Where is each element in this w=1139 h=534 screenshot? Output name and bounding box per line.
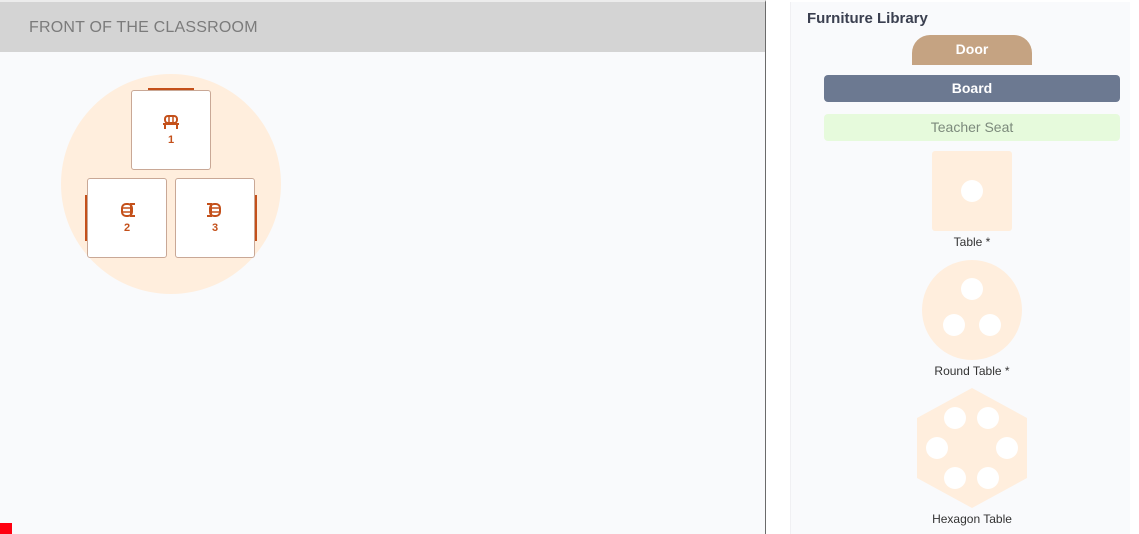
hexagon-table-shape [917, 388, 1027, 508]
teacher-seat-item[interactable]: Teacher Seat [824, 114, 1120, 141]
classroom-editor: FRONT OF THE CLASSROOM 1 2 3 Furniture L… [0, 0, 1139, 534]
board-item[interactable]: Board [824, 75, 1120, 102]
seat-slot [961, 180, 983, 202]
hexagon-table-label: Hexagon Table [932, 512, 1012, 526]
classroom-canvas[interactable]: FRONT OF THE CLASSROOM 1 2 3 [0, 0, 766, 534]
seat-slot [961, 278, 983, 300]
seat-slot [979, 314, 1001, 336]
chair-icon [121, 203, 135, 217]
table-label: Table * [953, 235, 991, 249]
round-table-label: Round Table * [934, 364, 1010, 378]
round-table-item[interactable] [922, 260, 1022, 360]
red-marker [0, 523, 12, 534]
seat-2[interactable]: 2 [87, 178, 167, 258]
seat-3[interactable]: 3 [175, 178, 255, 258]
seat-number: 3 [211, 222, 219, 234]
chair-icon [207, 203, 221, 217]
chair-icon [163, 115, 179, 129]
furniture-library: Furniture Library Door Board Teacher Sea… [790, 2, 1130, 534]
seat-number: 1 [167, 134, 175, 146]
seat-1[interactable]: 1 [131, 90, 211, 170]
library-title: Furniture Library [807, 10, 928, 27]
hexagon-table-item[interactable] [916, 388, 1028, 508]
seat-slot [943, 314, 965, 336]
front-of-classroom-bar: FRONT OF THE CLASSROOM [0, 2, 765, 52]
sidebar: Furniture Library Door Board Teacher Sea… [766, 0, 1139, 534]
seat-number: 2 [123, 222, 131, 234]
table-item[interactable] [932, 151, 1012, 231]
door-item[interactable]: Door [912, 35, 1032, 65]
